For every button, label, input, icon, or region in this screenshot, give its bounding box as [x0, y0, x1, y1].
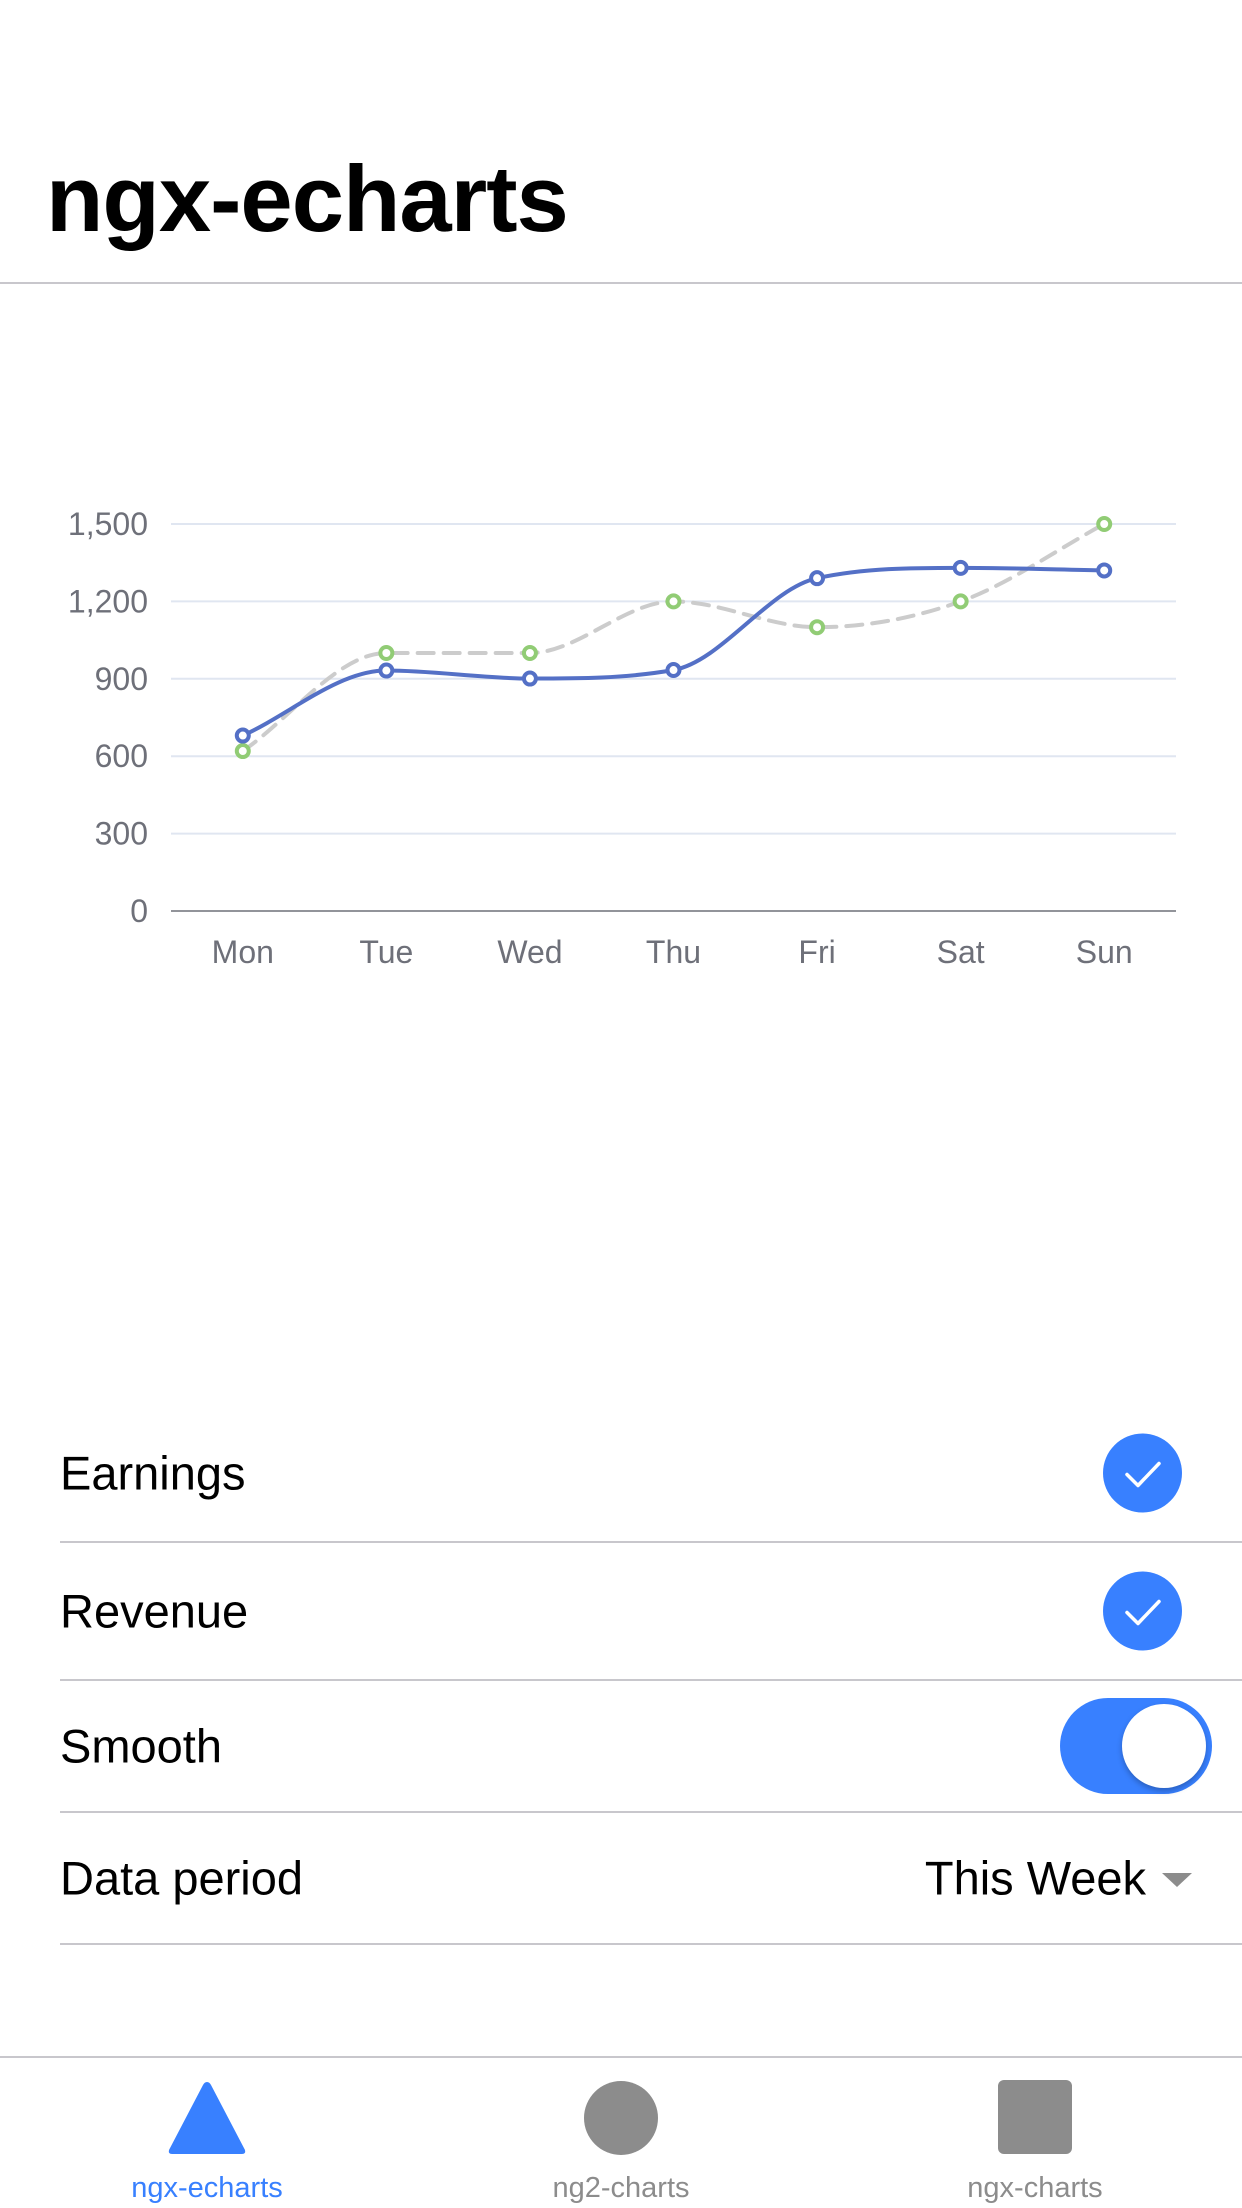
y-tick-label: 1,500 — [68, 506, 148, 542]
revenue-label: Revenue — [60, 1584, 249, 1638]
tab-label: ngx-charts — [967, 2172, 1103, 2204]
data-point[interactable] — [378, 645, 395, 661]
y-tick-label: 0 — [130, 893, 148, 929]
line-chart[interactable]: 0 300 600 900 1,200 1,500 Mon Tue Wed Thu Fri Sat Su… — [0, 284, 1242, 1184]
y-tick-label: 1,200 — [68, 583, 148, 619]
tab-ng2-charts[interactable]: ng2-charts — [414, 2058, 828, 2208]
y-tick-label: 600 — [95, 738, 148, 774]
revenue-checkbox[interactable] — [1103, 1571, 1182, 1651]
dropdown-arrow-icon[interactable] — [1162, 1873, 1192, 1887]
data-point[interactable] — [1096, 562, 1113, 579]
settings-list: Earnings Revenue Smooth Data period This… — [0, 1405, 1242, 1945]
triangle-icon — [168, 2082, 246, 2154]
chart-container[interactable]: 0 300 600 900 1,200 1,500 Mon Tue Wed Thu Fri Sat Su… — [0, 284, 1242, 1184]
chart-svg: 0 300 600 900 1,200 1,500 Mon Tue Wed Thu Fri Sat Su… — [68, 506, 1176, 970]
data-point[interactable] — [1096, 516, 1113, 532]
x-tick-label: Mon — [212, 934, 274, 970]
tab-ngx-echarts[interactable]: ngx-echarts — [0, 2058, 414, 2208]
earnings-row[interactable]: Earnings — [60, 1405, 1242, 1543]
tab-bar: ngx-echarts ng2-charts ngx-charts — [0, 2056, 1242, 2208]
data-point[interactable] — [521, 645, 538, 661]
series-line-2 — [240, 522, 1107, 754]
tab-ngx-charts[interactable]: ngx-charts — [828, 2058, 1242, 2208]
series-line-1 — [240, 565, 1107, 738]
tab-label: ngx-echarts — [131, 2172, 283, 2204]
data-period-row[interactable]: Data period This Week — [60, 1813, 1242, 1945]
smooth-label: Smooth — [60, 1719, 222, 1773]
data-point[interactable] — [952, 559, 969, 576]
revenue-row[interactable]: Revenue — [60, 1543, 1242, 1681]
header-toolbar: ngx-echarts — [0, 0, 1242, 284]
x-tick-label: Sun — [1076, 934, 1133, 970]
page-title: ngx-echarts — [46, 146, 569, 251]
data-point[interactable] — [665, 662, 682, 679]
x-tick-label: Fri — [798, 934, 835, 970]
toggle-knob — [1122, 1704, 1206, 1788]
data-point[interactable] — [809, 570, 826, 587]
data-point[interactable] — [665, 593, 682, 610]
square-icon — [998, 2080, 1072, 2154]
y-tick-label: 900 — [95, 661, 148, 697]
data-point[interactable] — [234, 743, 251, 760]
smooth-toggle[interactable] — [1060, 1698, 1212, 1794]
x-tick-label: Wed — [497, 934, 562, 970]
x-tick-label: Sat — [937, 934, 985, 970]
circle-icon — [584, 2081, 658, 2155]
data-point[interactable] — [809, 619, 826, 636]
app-page: ngx-echarts 0 300 600 900 1,200 1,500 Mon Tue We… — [0, 0, 1242, 2208]
earnings-checkbox[interactable] — [1103, 1433, 1182, 1513]
earnings-label: Earnings — [60, 1446, 246, 1500]
x-tick-label: Thu — [646, 934, 701, 970]
checkmark-icon — [1125, 1461, 1161, 1488]
data-point[interactable] — [952, 593, 969, 610]
data-point[interactable] — [521, 670, 538, 687]
checkmark-icon — [1125, 1599, 1161, 1626]
tab-label: ng2-charts — [552, 2172, 690, 2204]
smooth-row[interactable]: Smooth — [60, 1681, 1242, 1813]
y-tick-label: 300 — [95, 816, 148, 852]
x-tick-label: Tue — [359, 934, 413, 970]
data-period-label: Data period — [60, 1851, 303, 1905]
data-point[interactable] — [234, 727, 251, 744]
data-point[interactable] — [378, 662, 395, 679]
data-period-select[interactable]: This Week — [925, 1855, 1146, 1902]
